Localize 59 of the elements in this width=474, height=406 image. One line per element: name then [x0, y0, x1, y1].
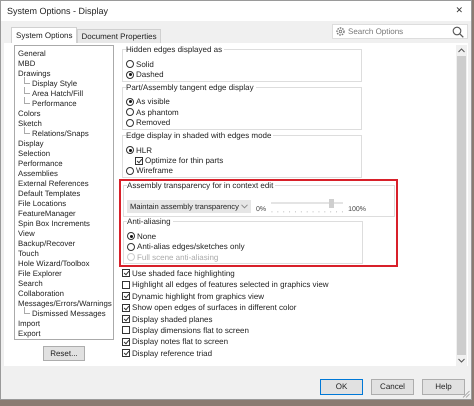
checkbox[interactable] [122, 280, 130, 289]
tab[interactable]: Document Properties [77, 29, 161, 43]
radio-button[interactable] [126, 166, 134, 175]
radio-button[interactable] [126, 70, 134, 79]
option-label: Show open edges of surfaces in different color [132, 303, 296, 312]
option-label: Display dimensions flat to screen [132, 326, 249, 335]
scroll-thumb[interactable] [457, 56, 466, 355]
option-label: None [137, 232, 156, 241]
search-input[interactable]: Search Options [348, 27, 449, 36]
checkbox[interactable] [122, 292, 130, 300]
radio-button[interactable] [126, 118, 134, 127]
dialog-button[interactable]: OK [320, 378, 363, 394]
checkbox[interactable] [122, 315, 130, 324]
tab[interactable]: System Options [11, 27, 78, 43]
close-button[interactable]: ✕ [453, 6, 465, 16]
reset-button[interactable]: Reset... [43, 346, 85, 361]
option-label: Dynamic highlight from graphics view [132, 292, 264, 301]
radio-button[interactable] [126, 108, 134, 116]
search-icon [452, 26, 464, 38]
option-label: Display notes flat to screen [132, 337, 228, 346]
radio-button[interactable] [126, 146, 134, 154]
slider-thumb[interactable] [328, 199, 334, 208]
group-title: Assembly transparency for in context edit [127, 181, 276, 190]
scrollbar[interactable] [456, 45, 467, 366]
option-label: Wireframe [136, 166, 173, 176]
search-bar[interactable]: Search Options [332, 24, 468, 39]
radio-button[interactable] [126, 98, 134, 106]
option-label: Solid [136, 60, 154, 69]
radio-button[interactable] [127, 232, 135, 240]
option-label: Removed [136, 118, 170, 128]
option-label: Anti-alias edges/sketches only [137, 242, 245, 252]
group-title: Hidden edges displayed as [126, 45, 224, 54]
option-label: Use shaded face highlighting [132, 268, 235, 278]
checkbox[interactable] [135, 156, 143, 165]
gear-icon [336, 27, 345, 36]
option-label: Dashed [136, 70, 164, 80]
checkbox[interactable] [122, 349, 130, 358]
option-label: Full scene anti-aliasing [137, 252, 218, 262]
option-label: As visible [136, 97, 170, 106]
option-label: HLR [136, 146, 152, 155]
window-title: System Options - Display [7, 6, 108, 16]
dialog-button[interactable]: Help [422, 378, 465, 394]
radio-button[interactable] [126, 60, 134, 68]
caret-icon [241, 204, 248, 209]
option-label: Optimize for thin parts [145, 156, 224, 166]
option-label: Highlight all edges of features selected in graphics view [132, 280, 329, 290]
checkbox[interactable] [122, 326, 130, 334]
option-label: Display shaded planes [132, 314, 212, 324]
slider[interactable] [271, 199, 344, 214]
option-label: As phantom [136, 108, 179, 117]
radio-button[interactable] [127, 242, 135, 251]
checkbox[interactable] [122, 269, 130, 278]
checkbox[interactable] [122, 338, 130, 346]
group-title: Anti-aliasing [127, 217, 173, 226]
option-label: Display reference triad [132, 348, 212, 358]
group-title: Part/Assembly tangent edge display [126, 82, 256, 92]
dialog-button[interactable]: Cancel [371, 378, 414, 394]
group-title: Edge display in shaded with edges mode [126, 130, 274, 140]
checkbox[interactable] [122, 304, 130, 312]
